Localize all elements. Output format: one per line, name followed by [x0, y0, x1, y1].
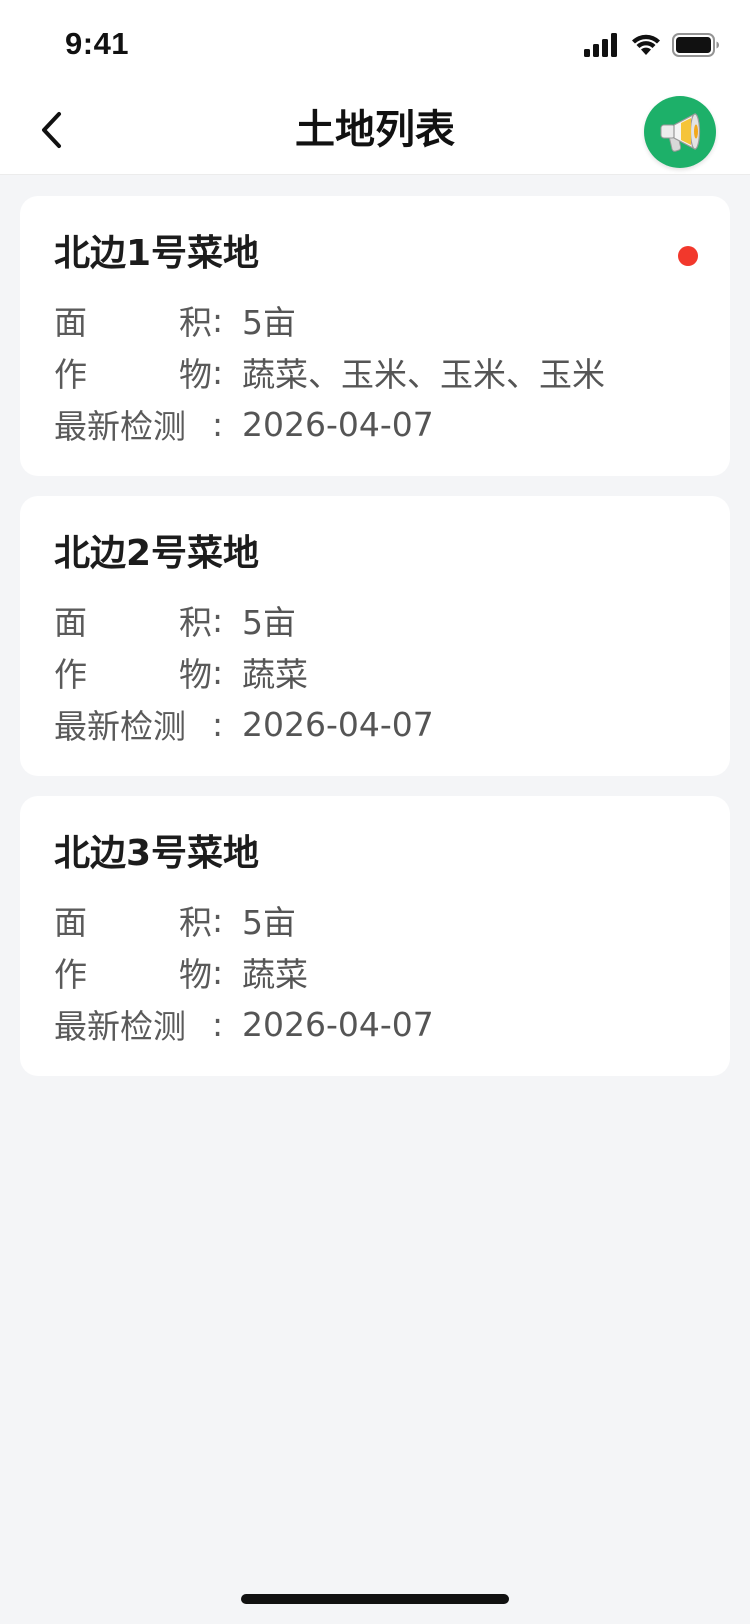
land-card-title: 北边3号菜地 [54, 833, 260, 874]
detect-label: 最新检测 [54, 1007, 186, 1046]
area-label: 面 积 [54, 903, 212, 942]
crop-row: 作 物 : 蔬菜 [54, 946, 696, 998]
land-card-title: 北边2号菜地 [54, 533, 260, 574]
area-label: 面 积 [54, 603, 212, 642]
status-bar: 9:41 [0, 0, 750, 90]
crop-value: 蔬菜 [242, 955, 308, 994]
detect-row: 最新检测 : 2026-04-07 [54, 398, 696, 450]
detect-label: 最新检测 [54, 707, 186, 746]
detect-row: 最新检测 : 2026-04-07 [54, 998, 696, 1050]
detect-date: 2026-04-07 [242, 404, 434, 444]
area-value: 5亩 [242, 903, 296, 942]
crop-label: 作 物 [54, 955, 212, 994]
detect-date: 2026-04-07 [242, 704, 434, 744]
detect-row: 最新检测 : 2026-04-07 [54, 698, 696, 750]
crop-row: 作 物 : 蔬菜 [54, 646, 696, 698]
land-card-title: 北边1号菜地 [54, 233, 260, 274]
area-label: 面 积 [54, 303, 212, 342]
status-time: 9:41 [65, 26, 130, 61]
area-row: 面 积 : 5亩 [54, 594, 696, 646]
detect-label: 最新检测 [54, 407, 186, 446]
area-row: 面 积 : 5亩 [54, 294, 696, 346]
nav-bar: 土地列表 [0, 90, 750, 175]
crop-row: 作 物 : 蔬菜、玉米、玉米、玉米 [54, 346, 696, 398]
land-card-list: 北边1号菜地 面 积 : 5亩 作 物 : 蔬菜、玉米、玉米、玉米 最新检测 :… [20, 196, 730, 1096]
crop-label: 作 物 [54, 655, 212, 694]
land-card[interactable]: 北边3号菜地 面 积 : 5亩 作 物 : 蔬菜 最新检测 : 2026-04-… [20, 796, 730, 1076]
crop-value: 蔬菜 [242, 655, 308, 694]
crop-value: 蔬菜、玉米、玉米、玉米 [242, 355, 605, 394]
land-card[interactable]: 北边2号菜地 面 积 : 5亩 作 物 : 蔬菜 最新检测 : 2026-04-… [20, 496, 730, 776]
page-title: 土地列表 [295, 107, 455, 153]
signal-icon [584, 33, 617, 57]
land-card[interactable]: 北边1号菜地 面 积 : 5亩 作 物 : 蔬菜、玉米、玉米、玉米 最新检测 :… [20, 196, 730, 476]
detect-date: 2026-04-07 [242, 1004, 434, 1044]
announcement-button[interactable] [644, 96, 716, 168]
status-icons [584, 32, 720, 58]
area-value: 5亩 [242, 603, 296, 642]
battery-icon [672, 33, 719, 57]
area-row: 面 积 : 5亩 [54, 894, 696, 946]
home-indicator [241, 1594, 509, 1604]
unread-dot [678, 246, 698, 266]
area-value: 5亩 [242, 303, 296, 342]
wifi-icon [632, 34, 660, 55]
megaphone-icon [660, 113, 701, 152]
crop-label: 作 物 [54, 355, 212, 394]
